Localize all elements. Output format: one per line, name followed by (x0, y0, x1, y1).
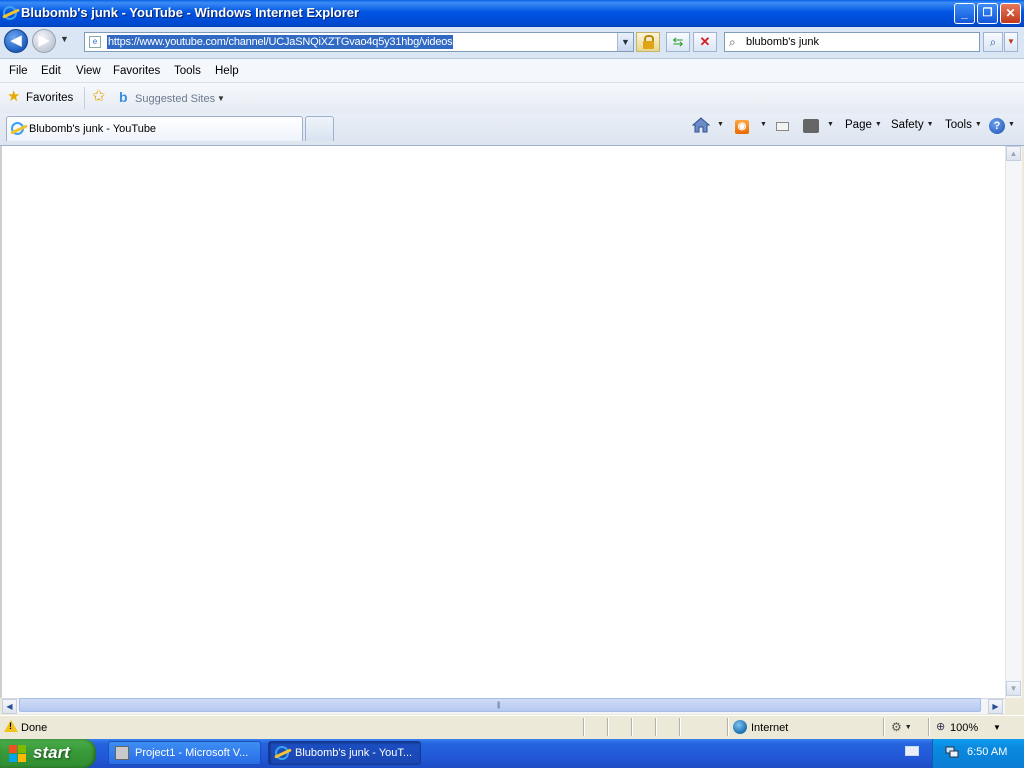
security-zone[interactable]: Internet (751, 722, 788, 734)
bing-icon: b (119, 89, 128, 105)
forward-button[interactable]: ▶ (32, 29, 56, 53)
stop-button[interactable]: ✕ (693, 32, 717, 52)
stop-icon: ✕ (699, 34, 711, 49)
refresh-icon: ⇆ (672, 34, 684, 49)
tab-title: Blubomb's junk - YouTube (29, 123, 157, 135)
address-bar[interactable]: e https://www.youtube.com/channel/UCJaSN… (84, 32, 634, 52)
scroll-grip: ||| (497, 702, 501, 709)
protected-mode-icon[interactable]: ⚙ ▼ (891, 720, 912, 734)
menu-favorites[interactable]: Favorites (113, 65, 160, 77)
home-icon[interactable] (692, 117, 710, 133)
zoom-dropdown[interactable]: ▼ (993, 723, 1001, 732)
scrollbar-corner (1005, 698, 1022, 714)
help-icon[interactable]: ? (989, 118, 1005, 134)
back-arrow-icon: ◀ (10, 32, 22, 49)
status-text: Done (21, 722, 48, 734)
lock-icon[interactable] (636, 32, 660, 52)
print-icon[interactable] (803, 119, 819, 133)
status-divider (727, 718, 729, 736)
ie-logo-icon (3, 6, 17, 23)
ie-page-icon (11, 122, 24, 135)
refresh-button[interactable]: ⇆ (666, 32, 690, 52)
recent-pages-dropdown[interactable]: ▼ (60, 34, 69, 44)
tab-youtube[interactable]: Blubomb's junk - YouTube (6, 116, 303, 141)
suggested-sites-link[interactable]: Suggested Sites (135, 93, 215, 105)
vertical-scrollbar[interactable]: ▲ ▼ (1005, 146, 1022, 698)
status-divider (679, 718, 681, 736)
tools-menu-label: Tools (945, 119, 972, 131)
zoom-level[interactable]: 100% (950, 722, 978, 734)
status-divider (883, 718, 885, 736)
help-dropdown[interactable]: ▼ (1005, 119, 1015, 131)
taskbar-button-label: Project1 - Microsoft V... (135, 747, 249, 759)
status-divider (631, 718, 633, 736)
network-icon[interactable] (945, 746, 959, 758)
back-button[interactable]: ◀ (4, 29, 28, 53)
status-divider (607, 718, 609, 736)
tools-menu[interactable]: Tools ▼ (945, 119, 982, 131)
taskbar-button-ie[interactable]: Blubomb's junk - YouT... (268, 741, 421, 765)
globe-icon (733, 720, 747, 734)
ie-logo-icon (275, 746, 289, 760)
safety-menu-label: Safety (891, 119, 924, 131)
windows-flag-icon (9, 745, 27, 763)
page-menu-label: Page (845, 119, 872, 131)
menu-edit[interactable]: Edit (41, 65, 61, 77)
warning-mark: ! (9, 721, 12, 731)
address-dropdown-button[interactable]: ▼ (617, 33, 633, 51)
zoom-icon[interactable]: ⊕ (936, 720, 945, 733)
window-title: Blubomb's junk - YouTube - Windows Inter… (21, 5, 360, 20)
scroll-down-icon[interactable]: ▼ (1006, 681, 1021, 696)
mail-icon[interactable] (776, 122, 789, 131)
search-box[interactable]: ⌕ blubomb's junk (724, 32, 980, 52)
minimize-button[interactable]: _ (954, 3, 975, 24)
search-options-dropdown[interactable]: ▼ (1004, 32, 1018, 52)
taskbar-button-project1[interactable]: Project1 - Microsoft V... (108, 741, 261, 765)
status-divider (928, 718, 930, 736)
restore-button[interactable]: ❐ (977, 3, 998, 24)
page-content[interactable] (0, 146, 1005, 698)
status-divider (583, 718, 585, 736)
safety-menu[interactable]: Safety ▼ (891, 119, 934, 131)
scroll-up-icon[interactable]: ▲ (1006, 146, 1021, 161)
search-provider-icon: ⌕ (729, 35, 736, 49)
print-dropdown[interactable]: ▼ (824, 119, 834, 131)
keyboard-icon[interactable] (905, 746, 919, 756)
search-input[interactable]: blubomb's junk (746, 36, 819, 48)
add-to-favorites-bar-icon[interactable]: ✩ (92, 89, 105, 105)
favorites-divider (84, 87, 85, 109)
page-menu[interactable]: Page ▼ (845, 119, 882, 131)
rss-icon[interactable]: ◉ (735, 120, 749, 134)
status-divider (655, 718, 657, 736)
taskbar-button-label: Blubomb's junk - YouT... (295, 747, 413, 759)
home-dropdown[interactable]: ▼ (714, 119, 724, 131)
clock[interactable]: 6:50 AM (967, 746, 1007, 758)
menu-help[interactable]: Help (215, 65, 239, 77)
suggested-sites-dropdown[interactable]: ▼ (217, 94, 225, 103)
url-input[interactable]: https://www.youtube.com/channel/UCJaSNQi… (107, 35, 454, 49)
menu-file[interactable]: File (9, 65, 28, 77)
search-icon: ⌕ (989, 35, 997, 49)
favorites-star-icon[interactable]: ★ (7, 89, 21, 104)
scroll-right-icon[interactable]: ▶ (988, 699, 1003, 714)
forward-arrow-icon: ▶ (38, 32, 50, 49)
menu-view[interactable]: View (76, 65, 101, 77)
page-icon: e (89, 36, 101, 48)
scroll-left-icon[interactable]: ◀ (2, 699, 17, 714)
feeds-dropdown[interactable]: ▼ (757, 119, 767, 131)
search-button[interactable]: ⌕ (983, 32, 1003, 52)
new-tab-button[interactable] (305, 116, 334, 141)
status-bar (0, 715, 1024, 740)
menu-tools[interactable]: Tools (174, 65, 201, 77)
favorites-button[interactable]: Favorites (26, 92, 73, 104)
horizontal-scroll-thumb[interactable] (19, 698, 981, 712)
start-label: start (33, 743, 70, 762)
app-icon (115, 746, 129, 760)
close-button[interactable]: ✕ (1000, 3, 1021, 24)
